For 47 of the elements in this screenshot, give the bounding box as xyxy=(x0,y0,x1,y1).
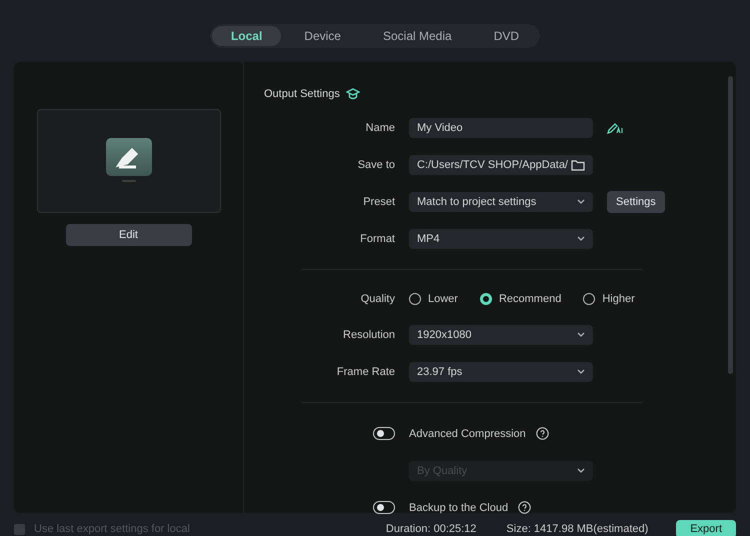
export-button[interactable]: Export xyxy=(676,520,736,536)
checkbox[interactable] xyxy=(14,524,25,534)
graduation-cap-icon[interactable] xyxy=(346,88,360,100)
radio-button[interactable] xyxy=(409,293,421,305)
toggle-label: Backup to the Cloud xyxy=(409,502,508,514)
checkbox-label: Use last export settings for local xyxy=(34,523,190,535)
toggle-label: Advanced Compression xyxy=(409,428,526,440)
tab[interactable]: DVD xyxy=(474,26,538,46)
chevron-down-icon xyxy=(577,199,585,204)
chevron-down-icon xyxy=(577,332,585,337)
chevron-down-icon xyxy=(577,236,585,241)
edit-button[interactable]: Edit xyxy=(66,224,192,246)
tab[interactable]: Social Media xyxy=(364,26,471,46)
chevron-down-icon xyxy=(577,369,585,374)
ai-pen-icon[interactable] xyxy=(607,122,625,134)
radio-label: Higher xyxy=(602,293,635,305)
radio-label: Lower xyxy=(428,293,458,305)
radio-button[interactable] xyxy=(583,293,596,305)
dropdown[interactable]: 1920x1080 xyxy=(409,324,593,344)
toggle-switch[interactable] xyxy=(373,501,395,514)
duration-text: Duration: 00:25:12 xyxy=(386,523,476,535)
folder-icon[interactable] xyxy=(571,158,585,170)
field-label: Quality xyxy=(360,292,395,307)
help-icon[interactable] xyxy=(518,501,532,514)
field-label: Preset xyxy=(362,194,395,210)
dropdown[interactable]: MP4 xyxy=(409,228,593,248)
name-field[interactable]: My Video xyxy=(409,118,593,138)
section-title: Output Settings xyxy=(264,88,340,100)
field-label: Name xyxy=(364,120,395,136)
field-label: Save to xyxy=(356,158,395,172)
field-label: Format xyxy=(359,232,395,246)
size-text: Size: 1417.98 MB(estimated) xyxy=(506,523,648,535)
radio-button[interactable] xyxy=(480,293,492,305)
field-label: Frame Rate xyxy=(336,364,395,380)
field-label: Resolution xyxy=(342,328,395,342)
edit-icon xyxy=(104,137,152,185)
path-field[interactable]: C:/Users/TCV SHOP/AppData/ xyxy=(409,154,593,174)
chevron-down-icon xyxy=(577,468,585,473)
dropdown[interactable]: Match to project settings xyxy=(409,192,593,212)
radio-label: Recommend xyxy=(498,293,562,305)
toggle-switch[interactable] xyxy=(373,427,395,440)
tab[interactable]: Local xyxy=(212,26,282,46)
tab[interactable]: Device xyxy=(285,26,360,46)
help-icon[interactable] xyxy=(536,427,549,440)
dropdown[interactable]: 23.97 fps xyxy=(409,362,593,382)
scrollbar[interactable] xyxy=(728,76,733,374)
settings-button[interactable]: Settings xyxy=(607,190,665,212)
